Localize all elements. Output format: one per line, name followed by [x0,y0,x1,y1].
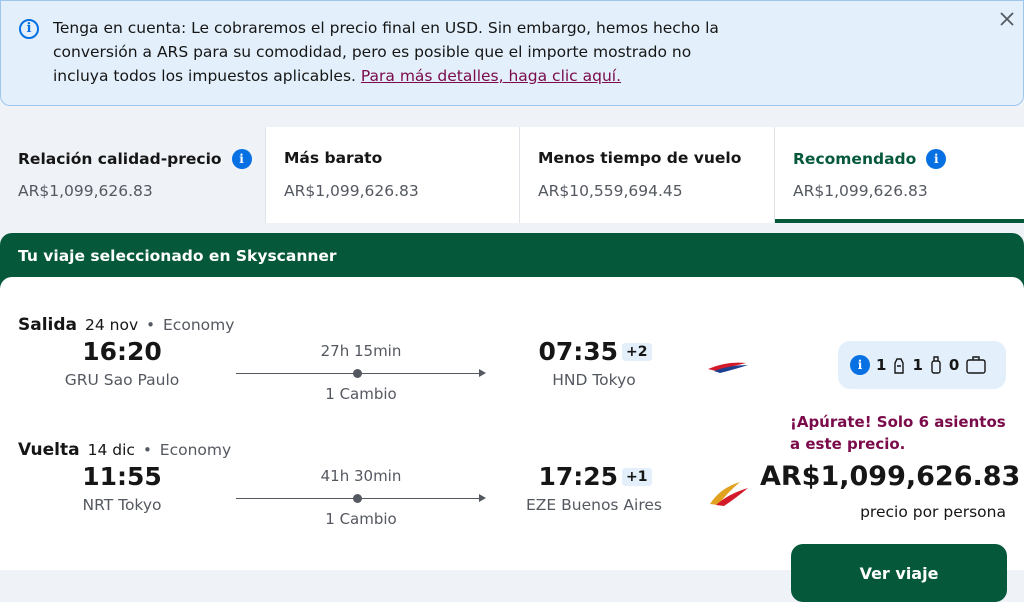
info-banner: i Tenga en cuenta: Le cobraremos el prec… [0,0,1024,106]
tab-price: AR$10,559,694.45 [538,182,683,200]
departure-time: 11:55 [82,462,162,491]
tab-label: Relación calidad-precio i [18,149,252,169]
view-trip-button[interactable]: Ver viaje [791,544,1007,602]
tab-fastest[interactable]: Menos tiempo de vuelo AR$10,559,694.45 [520,127,775,223]
cabin-class: Economy [163,316,235,334]
stop-dot [353,369,362,378]
total-price: AR$1,099,626.83 [760,461,1021,492]
leg-date: 24 nov [85,316,139,334]
urgency-message: ¡Apúrate! Solo 6 asientos a este precio. [790,413,1006,453]
checked-bag-count: 0 [948,356,960,374]
leg-header: Vuelta 14 dic • Economy [18,440,231,460]
route-line [236,369,486,378]
flight-duration: 27h 15min [320,342,402,360]
info-icon[interactable]: i [926,149,947,169]
flight-duration: 41h 30min [320,467,402,485]
tab-price: AR$1,099,626.83 [284,182,419,200]
arrow-icon [479,494,486,502]
route-line [236,494,486,503]
baggage-info[interactable]: i 1 1 0 [838,341,1006,389]
tab-recommended[interactable]: Recomendado i AR$1,099,626.83 [775,127,1024,223]
card-body: Salida 24 nov • Economy 16:20 GRU Sao Pa… [0,277,1024,602]
info-icon: i [19,19,39,39]
tab-cheapest[interactable]: Más barato AR$1,099,626.83 [266,127,520,223]
price-note: precio por persona [860,503,1006,521]
tab-label: Más barato [284,149,383,167]
stops-count: 1 Cambio [325,385,397,403]
info-banner-text: Tenga en cuenta: Le cobraremos el precio… [53,16,743,88]
tab-best-value[interactable]: Relación calidad-precio i AR$1,099,626.83 [0,127,266,223]
arrival-time: 17:25 [538,462,619,491]
tab-label: Menos tiempo de vuelo [538,149,742,167]
active-tab-indicator [775,219,1024,223]
info-icon[interactable]: i [850,355,870,375]
tab-label-text: Recomendado [793,150,917,168]
info-icon[interactable]: i [231,149,252,169]
iberia-logo-icon [710,482,748,506]
cabin-class: Economy [159,441,232,459]
personal-item-icon [894,358,905,374]
separator-dot: • [146,316,156,334]
departure-airport: NRT Tokyo [82,496,162,514]
stops-count: 1 Cambio [325,510,397,528]
leg-direction: Vuelta [18,440,80,460]
outbound-leg: Salida 24 nov • Economy 16:20 GRU Sao Pa… [0,315,760,425]
british-airways-logo-icon [708,362,748,373]
close-icon[interactable] [997,9,1017,29]
arrow-icon [479,369,486,377]
arrival-airport: EZE Buenos Aires [526,496,662,514]
leg-date: 14 dic [87,441,135,459]
carry-on-count: 1 [912,356,923,374]
tab-price: AR$1,099,626.83 [793,182,928,200]
selected-trip-card: Tu viaje seleccionado en Skyscanner Sali… [0,233,1024,602]
card-title: Tu viaje seleccionado en Skyscanner [18,247,337,265]
stop-dot [353,494,362,503]
tab-price: AR$1,099,626.83 [18,182,153,200]
day-offset-badge: +2 [622,343,652,361]
tab-label-text: Relación calidad-precio [18,150,222,168]
inbound-leg: Vuelta 14 dic • Economy 11:55 NRT Tokyo … [0,440,760,550]
more-details-link[interactable]: Para más detalles, haga clic aquí. [361,67,621,85]
arrival-time-group: 07:35 +2 [520,337,670,366]
personal-item-count: 1 [876,356,887,374]
checked-bag-icon [966,356,987,374]
arrival-time-group: 17:25 +1 [520,462,670,491]
day-offset-badge: +1 [622,468,652,486]
arrival-airport: HND Tokyo [552,371,636,389]
arrival-time: 07:35 [538,337,619,366]
leg-direction: Salida [18,315,78,335]
departure-airport: GRU Sao Paulo [64,371,180,389]
tab-label: Recomendado i [793,149,947,169]
leg-header: Salida 24 nov • Economy [18,315,234,335]
sort-tabs: Relación calidad-precio i AR$1,099,626.83… [0,127,1024,223]
separator-dot: • [142,441,152,459]
carry-on-icon [931,356,941,374]
departure-time: 16:20 [82,337,162,366]
